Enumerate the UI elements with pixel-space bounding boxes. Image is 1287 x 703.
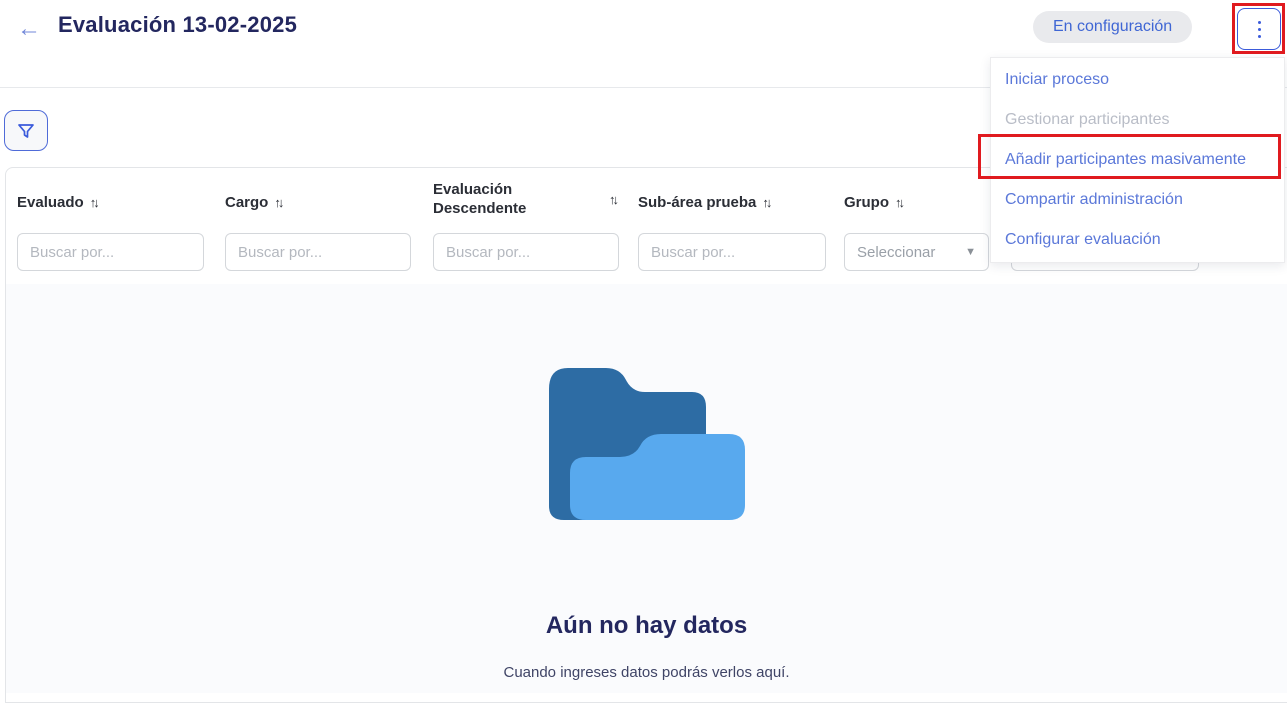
- kebab-dot: [1258, 28, 1261, 31]
- chevron-down-icon: ▼: [965, 246, 976, 258]
- sort-icon[interactable]: ↑↓: [895, 195, 905, 210]
- filter-input-cargo[interactable]: [225, 233, 411, 271]
- column-label: Evaluación Descendente: [433, 180, 563, 218]
- menu-item-iniciar-proceso[interactable]: Iniciar proceso: [991, 60, 1284, 100]
- column-label: Grupo: [844, 194, 889, 211]
- funnel-icon: [16, 121, 36, 141]
- kebab-dot: [1258, 35, 1261, 38]
- column-header-evaluacion-descendente: Evaluación Descendente ↑↓: [433, 180, 619, 218]
- page-title: Evaluación 13-02-2025: [58, 12, 297, 38]
- empty-state: Aún no hay datos Cuando ingreses datos p…: [6, 284, 1287, 693]
- sort-icon[interactable]: ↑↓: [762, 195, 772, 210]
- actions-dropdown-menu: Iniciar proceso Gestionar participantes …: [990, 57, 1285, 263]
- more-actions-button[interactable]: [1237, 8, 1281, 50]
- sort-icon[interactable]: ↑↓: [90, 195, 100, 210]
- menu-item-compartir-administracion[interactable]: Compartir administración: [991, 180, 1284, 220]
- column-header-grupo: Grupo ↑↓: [844, 194, 905, 211]
- column-label: Sub-área prueba: [638, 194, 756, 211]
- filter-input-evaluacion-descendente[interactable]: [433, 233, 619, 271]
- folder-illustration-icon: [546, 356, 748, 522]
- empty-state-title: Aún no hay datos: [546, 612, 747, 640]
- kebab-dot: [1258, 21, 1261, 24]
- column-header-cargo: Cargo ↑↓: [225, 194, 284, 211]
- column-header-subarea-prueba: Sub-área prueba ↑↓: [638, 194, 772, 211]
- sort-icon[interactable]: ↑↓: [274, 195, 284, 210]
- menu-item-gestionar-participantes: Gestionar participantes: [991, 100, 1284, 140]
- column-label: Evaluado: [17, 194, 84, 211]
- menu-item-anadir-participantes-masivamente[interactable]: Añadir participantes masivamente: [991, 140, 1284, 180]
- empty-state-subtitle: Cuando ingreses datos podrás verlos aquí…: [503, 664, 789, 681]
- filter-input-evaluado[interactable]: [17, 233, 204, 271]
- column-label: Cargo: [225, 194, 268, 211]
- filter-select-grupo[interactable]: Seleccionar ▼: [844, 233, 989, 271]
- back-arrow-icon[interactable]: ←: [14, 14, 44, 44]
- menu-item-configurar-evaluacion[interactable]: Configurar evaluación: [991, 220, 1284, 260]
- column-header-evaluado: Evaluado ↑↓: [17, 194, 100, 211]
- filter-input-subarea-prueba[interactable]: [638, 233, 826, 271]
- filter-button[interactable]: [4, 110, 48, 151]
- status-badge: En configuración: [1033, 11, 1192, 43]
- select-value: Seleccionar: [857, 244, 935, 261]
- sort-icon[interactable]: ↑↓: [609, 190, 619, 209]
